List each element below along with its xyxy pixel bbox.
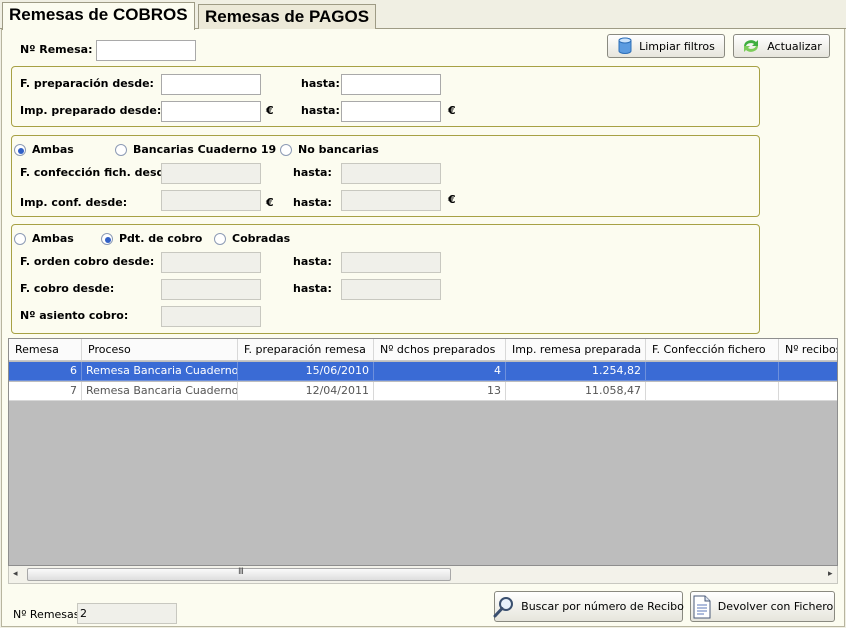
cell-fecha: 12/04/2011 xyxy=(238,382,374,401)
radio-bancarias[interactable]: Bancarias Cuaderno 19 xyxy=(115,143,276,156)
scroll-left-icon[interactable]: ◂ xyxy=(13,569,18,579)
euro-label-3: € xyxy=(266,196,274,209)
asiento-cobro-input[interactable] xyxy=(161,306,261,327)
grid-header: Remesa Proceso F. preparación remesa Nº … xyxy=(9,339,837,361)
orden-cobro-hasta-label: hasta: xyxy=(293,255,332,268)
prep-hasta-label: hasta: xyxy=(301,77,340,90)
radio-label: No bancarias xyxy=(298,143,379,156)
scroll-grip-icon: III xyxy=(238,567,244,577)
devolver-fichero-button[interactable]: Devolver con Fichero xyxy=(690,591,835,622)
cell-dchos: 13 xyxy=(374,382,506,401)
col-header-recibos[interactable]: Nº recibos c xyxy=(779,339,837,360)
prep-hasta-input[interactable] xyxy=(341,74,441,95)
table-row[interactable]: 7 Remesa Bancaria Cuaderno 19 12/04/2011… xyxy=(9,382,837,401)
col-header-importe[interactable]: Imp. remesa preparada xyxy=(506,339,646,360)
radio-label: Cobradas xyxy=(232,232,291,245)
radio-no-bancarias[interactable]: No bancarias xyxy=(280,143,379,156)
magnifier-icon xyxy=(493,596,514,617)
euro-label-1: € xyxy=(266,104,274,117)
radio-label: Pdt. de cobro xyxy=(119,232,203,245)
limpiar-filtros-button[interactable]: Limpiar filtros xyxy=(607,34,725,58)
cobro-desde-input[interactable] xyxy=(161,279,261,300)
cobro-hasta-label: hasta: xyxy=(293,282,332,295)
cell-proceso: Remesa Bancaria Cuaderno 19 xyxy=(82,362,238,381)
radio-dot-checked xyxy=(14,143,26,156)
remesas-grid: Remesa Proceso F. preparación remesa Nº … xyxy=(8,338,838,566)
imp-prep-hasta-label: hasta: xyxy=(301,104,340,117)
imp-prep-label: Imp. preparado desde: xyxy=(20,104,162,117)
actualizar-label: Actualizar xyxy=(767,39,822,53)
conf-fich-desde-input[interactable] xyxy=(161,163,261,184)
remesa-label: Nº Remesa: xyxy=(20,43,93,56)
col-header-proceso[interactable]: Proceso xyxy=(82,339,238,360)
limpiar-filtros-label: Limpiar filtros xyxy=(639,39,715,53)
cell-recibos xyxy=(779,362,837,381)
asiento-label: Nº asiento cobro: xyxy=(20,309,129,322)
horizontal-scrollbar[interactable]: ◂ III ▸ xyxy=(8,566,838,584)
cell-importe: 1.254,82 xyxy=(506,362,646,381)
orden-cobro-hasta-input[interactable] xyxy=(341,252,441,273)
col-header-dchos[interactable]: Nº dchos preparados xyxy=(374,339,506,360)
cobro-label: F. cobro desde: xyxy=(20,282,115,295)
scroll-right-icon[interactable]: ▸ xyxy=(828,569,833,579)
imp-conf-label: Imp. conf. desde: xyxy=(20,196,128,209)
orden-cobro-label: F. orden cobro desde: xyxy=(20,255,155,268)
remesas-count-label: Nº Remesas: xyxy=(13,608,84,621)
imp-prep-desde-input[interactable] xyxy=(161,101,261,122)
imp-prep-hasta-input[interactable] xyxy=(341,101,441,122)
cell-remesa: 7 xyxy=(9,382,82,401)
radio-ambas-2[interactable]: Ambas xyxy=(14,232,74,245)
cell-proceso: Remesa Bancaria Cuaderno 19 xyxy=(82,382,238,401)
radio-cobradas[interactable]: Cobradas xyxy=(214,232,290,245)
actualizar-button[interactable]: Actualizar xyxy=(733,34,830,58)
radio-dot xyxy=(14,232,26,245)
euro-label-2: € xyxy=(448,104,456,117)
buscar-recibo-button[interactable]: Buscar por número de Recibo xyxy=(493,591,684,622)
prep-desde-label: F. preparación desde: xyxy=(20,77,154,90)
cell-dchos: 4 xyxy=(374,362,506,381)
cell-remesa: 6 xyxy=(9,362,82,381)
prep-desde-input[interactable] xyxy=(161,74,261,95)
radio-label: Ambas xyxy=(32,143,74,156)
cell-confeccion xyxy=(646,362,779,381)
remesas-count-value: 2 xyxy=(77,603,177,624)
imp-conf-hasta-label: hasta: xyxy=(293,196,332,209)
orden-cobro-desde-input[interactable] xyxy=(161,252,261,273)
cobro-hasta-input[interactable] xyxy=(341,279,441,300)
conf-fich-label: F. confección fich. desde: xyxy=(20,166,177,179)
radio-pdt-cobro[interactable]: Pdt. de cobro xyxy=(101,232,202,245)
imp-conf-desde-input[interactable] xyxy=(161,190,261,211)
radio-label: Bancarias Cuaderno 19 xyxy=(133,143,277,156)
imp-conf-hasta-input[interactable] xyxy=(341,190,441,211)
buscar-recibo-label: Buscar por número de Recibo xyxy=(521,600,684,613)
cell-fecha: 15/06/2010 xyxy=(238,362,374,381)
cell-importe: 11.058,47 xyxy=(506,382,646,401)
radio-label: Ambas xyxy=(32,232,74,245)
database-icon xyxy=(618,37,632,54)
tab-strip: Remesas de COBROS Remesas de PAGOS xyxy=(0,0,846,30)
radio-dot-checked xyxy=(101,232,113,245)
radio-ambas-1[interactable]: Ambas xyxy=(14,143,74,156)
tab-remesas-cobros[interactable]: Remesas de COBROS xyxy=(2,2,195,30)
col-header-fecha-prep[interactable]: F. preparación remesa xyxy=(238,339,374,360)
scroll-thumb[interactable]: III xyxy=(27,567,451,581)
tab-remesas-pagos[interactable]: Remesas de PAGOS xyxy=(198,4,377,29)
remesa-input[interactable] xyxy=(96,40,196,61)
conf-fich-hasta-input[interactable] xyxy=(341,163,441,184)
cell-recibos xyxy=(779,382,837,401)
radio-dot xyxy=(280,143,292,156)
cell-confeccion xyxy=(646,382,779,401)
devolver-fichero-label: Devolver con Fichero xyxy=(717,600,834,613)
conf-fich-hasta-label: hasta: xyxy=(293,166,332,179)
radio-dot xyxy=(214,232,226,245)
radio-dot xyxy=(115,143,127,156)
col-header-remesa[interactable]: Remesa xyxy=(9,339,82,360)
refresh-icon xyxy=(744,40,759,52)
table-row[interactable]: 6 Remesa Bancaria Cuaderno 19 15/06/2010… xyxy=(9,362,837,381)
document-icon xyxy=(693,595,711,618)
col-header-confeccion[interactable]: F. Confección fichero xyxy=(646,339,779,360)
euro-label-4: € xyxy=(448,193,456,206)
